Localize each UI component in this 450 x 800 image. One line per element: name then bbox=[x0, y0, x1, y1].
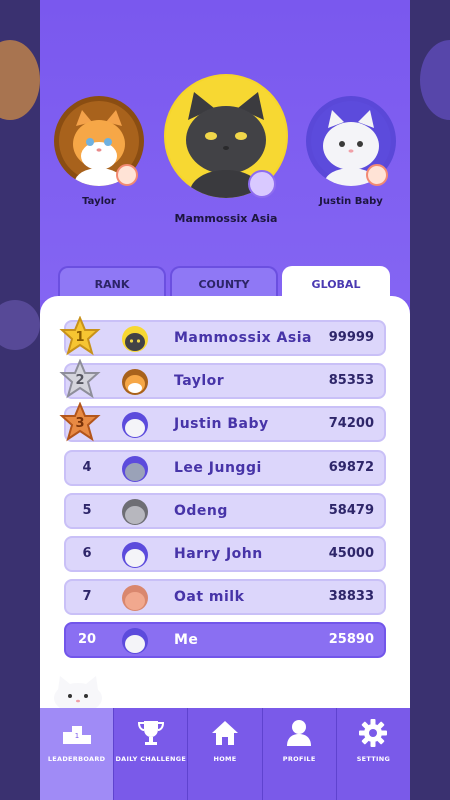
podium-first-name: Mammossix Asia bbox=[174, 212, 278, 225]
podium-second[interactable]: Taylor bbox=[54, 96, 144, 207]
player-name: Odeng bbox=[174, 503, 228, 519]
white-cat-icon bbox=[125, 635, 145, 653]
avatar bbox=[122, 456, 148, 482]
nav-label: HOME bbox=[213, 755, 237, 763]
avatar bbox=[122, 585, 148, 611]
player-score: 74200 bbox=[328, 416, 374, 431]
player-name: Oat milk bbox=[174, 589, 245, 605]
nav-label: LEADERBOARD bbox=[47, 755, 106, 763]
podium-first[interactable]: Mammossix Asia bbox=[164, 74, 288, 225]
nav-label: SETTING bbox=[356, 755, 391, 763]
table-row[interactable]: Justin Baby 74200 bbox=[64, 406, 386, 442]
player-rank: 6 bbox=[82, 546, 92, 561]
svg-text:1: 1 bbox=[74, 732, 78, 740]
podium-third[interactable]: Justin Baby bbox=[306, 96, 396, 207]
mascot-cat-icon bbox=[54, 676, 102, 712]
avatar bbox=[122, 369, 148, 395]
home-icon bbox=[212, 721, 238, 745]
rank-badge-icon bbox=[116, 164, 138, 186]
podium-second-name: Taylor bbox=[82, 196, 116, 207]
player-name: Lee Junggi bbox=[174, 460, 262, 476]
player-rank: 7 bbox=[82, 589, 92, 604]
orange-cat-icon bbox=[125, 375, 145, 393]
table-row[interactable]: 5 Odeng 58479 bbox=[64, 493, 386, 529]
podium-section: Taylor Mammossix Asia Justin Baby bbox=[40, 0, 410, 300]
trophy-icon bbox=[137, 721, 164, 745]
nav-home[interactable]: HOME bbox=[188, 708, 263, 800]
player-name: Taylor bbox=[174, 373, 225, 389]
gear-icon bbox=[359, 719, 388, 747]
background-right bbox=[410, 0, 450, 800]
avatar bbox=[122, 326, 148, 352]
nav-label: PROFILE bbox=[282, 755, 316, 763]
avatar bbox=[122, 628, 148, 654]
medal-rank: 1 bbox=[75, 330, 85, 345]
table-row[interactable]: 6 Harry John 45000 bbox=[64, 536, 386, 572]
black-cat-icon bbox=[125, 333, 145, 351]
rank-badge-icon bbox=[366, 164, 388, 186]
leaderboard-screen: Taylor Mammossix Asia Justin Baby RANK C… bbox=[40, 0, 410, 800]
gold-medal-icon: 1 bbox=[58, 315, 102, 360]
avatar bbox=[122, 542, 148, 568]
player-name: Harry John bbox=[174, 546, 263, 562]
nav-label: DAILY CHALLENGE bbox=[115, 755, 187, 763]
nav-leaderboard[interactable]: 1 LEADERBOARD bbox=[40, 708, 115, 800]
player-rank: 20 bbox=[77, 632, 97, 647]
table-row[interactable]: 7 Oat milk 38833 bbox=[64, 579, 386, 615]
my-rank-row[interactable]: 20 Me 25890 bbox=[64, 622, 386, 658]
gray-cat-icon bbox=[125, 506, 145, 524]
table-row[interactable]: Taylor 85353 bbox=[64, 363, 386, 399]
podium-third-name: Justin Baby bbox=[319, 196, 383, 207]
white-cat-icon bbox=[125, 419, 145, 437]
player-score: 38833 bbox=[328, 589, 374, 604]
silver-medal-icon: 2 bbox=[58, 358, 102, 403]
player-name: Justin Baby bbox=[174, 416, 269, 432]
peach-cat-icon bbox=[125, 592, 145, 610]
white-cat-icon bbox=[125, 549, 145, 567]
podium-icon: 1 bbox=[62, 726, 91, 744]
table-row[interactable]: Mammossix Asia 99999 bbox=[64, 320, 386, 356]
scope-tabs: RANK COUNTY GLOBAL bbox=[58, 266, 392, 300]
bronze-medal-icon: 3 bbox=[58, 401, 102, 446]
player-rank: 4 bbox=[82, 460, 92, 475]
tab-rank[interactable]: RANK bbox=[58, 266, 166, 300]
player-score: 69872 bbox=[328, 460, 374, 475]
table-row[interactable]: 4 Lee Junggi 69872 bbox=[64, 450, 386, 486]
avatar bbox=[122, 499, 148, 525]
player-score: 25890 bbox=[328, 632, 374, 647]
medal-rank: 3 bbox=[75, 416, 85, 431]
player-score: 58479 bbox=[328, 503, 374, 518]
nav-daily-challenge[interactable]: DAILY CHALLENGE bbox=[114, 708, 189, 800]
tab-county[interactable]: COUNTY bbox=[170, 266, 278, 300]
leaderboard-list: Mammossix Asia 99999 1 Taylor 85353 2 Ju… bbox=[40, 296, 410, 708]
rank-badge-icon bbox=[248, 170, 276, 198]
bottom-nav: 1 LEADERBOARD DAILY CHALLENGE HOME PROFI… bbox=[40, 708, 410, 800]
player-rank: 5 bbox=[82, 503, 92, 518]
gray-cat-icon bbox=[125, 463, 145, 481]
player-name: Mammossix Asia bbox=[174, 330, 312, 346]
player-score: 45000 bbox=[328, 546, 374, 561]
tab-global[interactable]: GLOBAL bbox=[282, 266, 390, 300]
avatar bbox=[122, 412, 148, 438]
player-score: 99999 bbox=[328, 330, 374, 345]
player-score: 85353 bbox=[328, 373, 374, 388]
profile-icon bbox=[287, 720, 312, 746]
background-left bbox=[0, 0, 40, 800]
player-name: Me bbox=[174, 632, 199, 648]
nav-profile[interactable]: PROFILE bbox=[263, 708, 337, 800]
nav-setting[interactable]: SETTING bbox=[337, 708, 410, 800]
medal-rank: 2 bbox=[75, 373, 85, 388]
